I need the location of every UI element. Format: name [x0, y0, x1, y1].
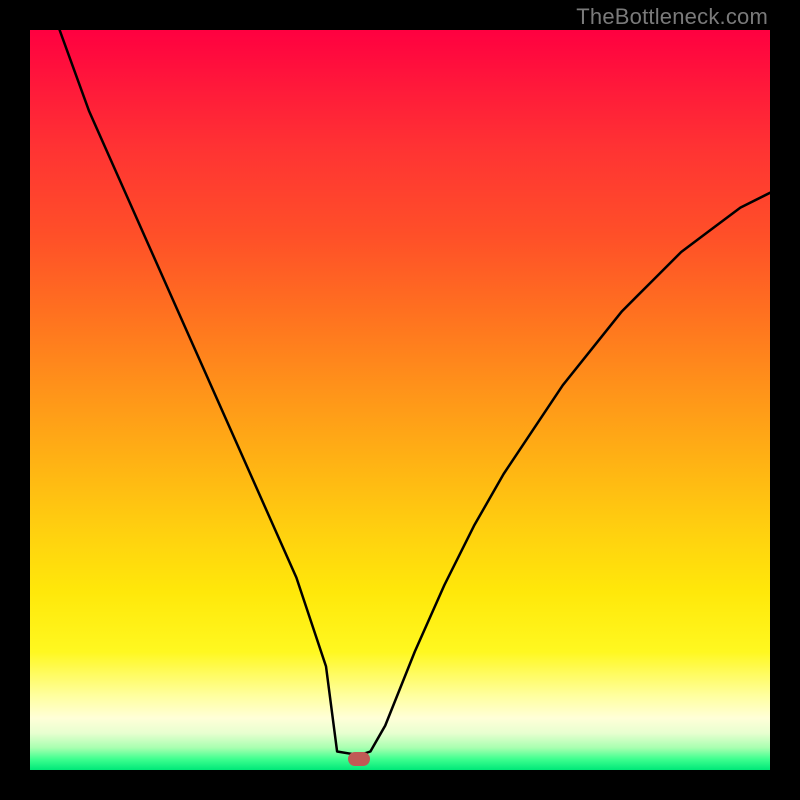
optimal-marker — [348, 752, 370, 766]
plot-area — [30, 30, 770, 770]
curve-path — [60, 30, 770, 755]
bottleneck-curve — [30, 30, 770, 770]
watermark-text: TheBottleneck.com — [576, 4, 768, 30]
chart-frame: TheBottleneck.com — [0, 0, 800, 800]
